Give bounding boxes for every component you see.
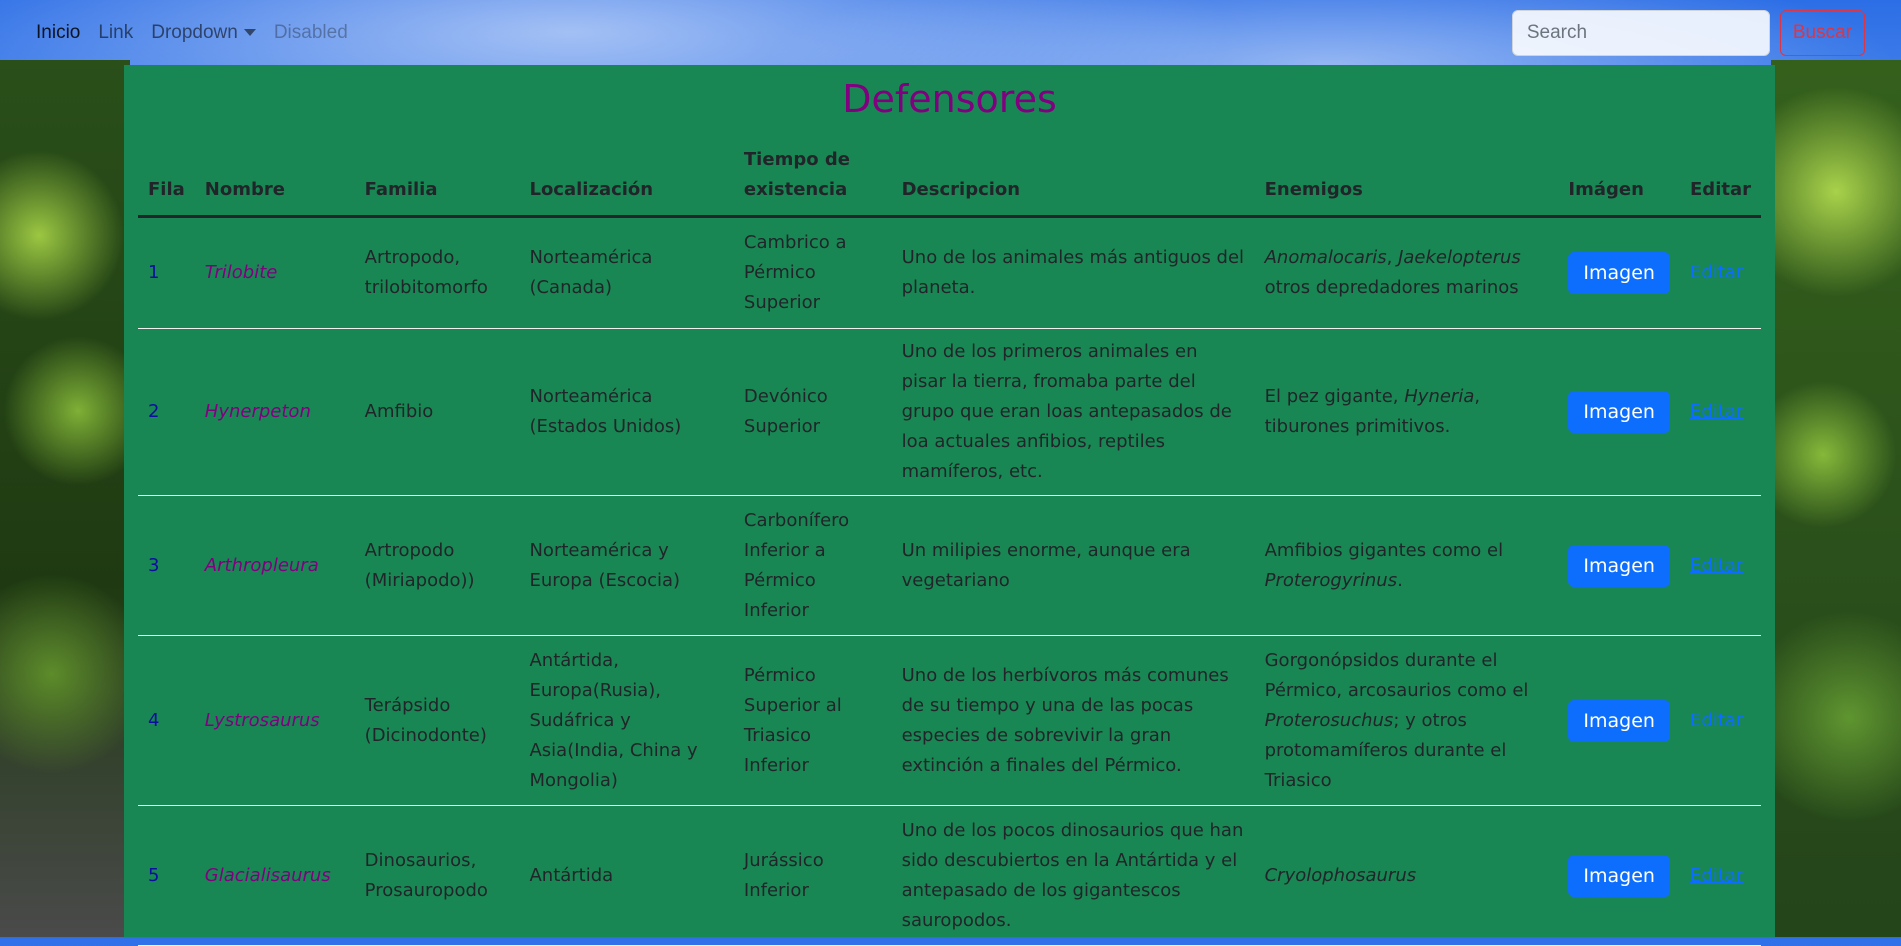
imagen-button[interactable]: Imagen <box>1568 252 1670 294</box>
main-content: Defensores Fila Nombre Familia Localizac… <box>124 65 1775 946</box>
cell-descripcion: Uno de los primeros animales en pisar la… <box>891 328 1255 496</box>
cell-enemigos: Gorgonópsidos durante el Pérmico, arcosa… <box>1254 635 1559 806</box>
nav-link[interactable]: Link <box>98 22 133 44</box>
cell-nombre: Glacialisaurus <box>194 805 355 946</box>
cell-localizacion: Norteamérica (Estados Unidos) <box>519 328 734 496</box>
cell-editar: Editar <box>1680 216 1761 329</box>
table-row: 5 Glacialisaurus Dinosaurios, Prosauropo… <box>138 805 1761 946</box>
header-imagen: Imágen <box>1558 135 1681 218</box>
cell-fila: 4 <box>138 635 195 806</box>
table-row: 1 Trilobite Artropodo, trilobitomorfo No… <box>138 216 1761 329</box>
cell-nombre: Hynerpeton <box>194 328 355 496</box>
cell-imagen: Imagen <box>1558 495 1681 636</box>
cell-nombre: Arthropleura <box>194 495 355 636</box>
cell-imagen: Imagen <box>1558 635 1681 806</box>
imagen-button[interactable]: Imagen <box>1568 391 1670 433</box>
cell-familia: Artropodo, trilobitomorfo <box>354 216 520 329</box>
header-tiempo: Tiempo de existencia <box>733 135 892 218</box>
table-row: 3 Arthropleura Artropodo (Miriapodo)) No… <box>138 495 1761 636</box>
header-fila: Fila <box>138 135 195 218</box>
header-editar: Editar <box>1680 135 1761 218</box>
cell-familia: Artropodo (Miriapodo)) <box>354 495 520 636</box>
cell-editar: Editar <box>1680 495 1761 636</box>
cell-imagen: Imagen <box>1558 328 1681 496</box>
cell-enemigos: Amfibios gigantes como el Proterogyrinus… <box>1254 495 1559 636</box>
cell-tiempo: Devónico Superior <box>733 328 892 496</box>
cell-tiempo: Pérmico Superior al Triasico Inferior <box>733 635 892 806</box>
cell-localizacion: Antártida, Europa(Rusia), Sudáfrica y As… <box>519 635 734 806</box>
editar-link[interactable]: Editar <box>1690 865 1743 886</box>
cell-descripcion: Un milipies enorme, aunque era vegetaria… <box>891 495 1255 636</box>
nav-dropdown[interactable]: Dropdown <box>151 22 256 44</box>
cell-familia: Terápsido (Dicinodonte) <box>354 635 520 806</box>
header-familia: Familia <box>354 135 520 218</box>
imagen-button[interactable]: Imagen <box>1568 854 1670 897</box>
background-trees-left <box>0 60 130 937</box>
imagen-button[interactable]: Imagen <box>1568 544 1670 587</box>
defensores-table: Fila Nombre Familia Localización Tiempo … <box>138 135 1761 946</box>
cell-familia: Dinosaurios, Prosauropodo <box>354 805 520 946</box>
cell-enemigos: El pez gigante, Hyneria, tiburones primi… <box>1254 328 1559 496</box>
cell-fila: 5 <box>138 805 195 946</box>
cell-editar: Editar <box>1680 635 1761 806</box>
cell-localizacion: Norteamérica y Europa (Escocia) <box>519 495 734 636</box>
cell-fila: 3 <box>138 495 195 636</box>
editar-link[interactable]: Editar <box>1690 710 1743 731</box>
caret-down-icon <box>243 29 256 36</box>
cell-enemigos: Anomalocaris, Jaekelopterus otros depred… <box>1254 216 1559 329</box>
table-row: 2 Hynerpeton Amfibio Norteamérica (Estad… <box>138 328 1761 496</box>
cell-editar: Editar <box>1680 328 1761 496</box>
search-button[interactable]: Buscar <box>1779 9 1865 56</box>
nav-inicio[interactable]: Inicio <box>36 22 80 44</box>
page-title: Defensores <box>842 77 1057 121</box>
table-header-row: Fila Nombre Familia Localización Tiempo … <box>138 135 1761 218</box>
imagen-button[interactable]: Imagen <box>1568 699 1670 742</box>
cell-imagen: Imagen <box>1558 216 1681 329</box>
cell-descripcion: Uno de los animales más antiguos del pla… <box>891 216 1255 329</box>
cell-nombre: Lystrosaurus <box>194 635 355 806</box>
nav-dropdown-label: Dropdown <box>151 21 238 43</box>
nav-disabled: Disabled <box>273 21 348 43</box>
cell-familia: Amfibio <box>354 328 520 496</box>
cell-descripcion: Uno de los herbívoros más comunes de su … <box>891 635 1255 806</box>
header-nombre: Nombre <box>194 135 355 218</box>
cell-localizacion: Antártida <box>519 805 734 946</box>
header-descripcion: Descripcion <box>891 135 1255 218</box>
cell-fila: 1 <box>138 216 195 329</box>
editar-link[interactable]: Editar <box>1690 262 1743 283</box>
background-trees-right <box>1771 60 1901 937</box>
header-enemigos: Enemigos <box>1254 135 1559 218</box>
search-input[interactable] <box>1511 9 1770 56</box>
editar-link[interactable]: Editar <box>1690 401 1743 422</box>
header-localizacion: Localización <box>519 135 734 218</box>
cell-localizacion: Norteamérica (Canada) <box>519 216 734 329</box>
cell-tiempo: Cambrico a Pérmico Superior <box>733 216 892 329</box>
cell-enemigos: Cryolophosaurus <box>1254 805 1559 946</box>
cell-fila: 2 <box>138 328 195 496</box>
cell-tiempo: Jurássico Inferior <box>733 805 892 946</box>
cell-tiempo: Carbonífero Inferior a Pérmico Inferior <box>733 495 892 636</box>
editar-link[interactable]: Editar <box>1690 555 1743 576</box>
cell-imagen: Imagen <box>1558 805 1681 946</box>
navbar: Inicio Link Dropdown Disabled Buscar <box>0 0 1901 65</box>
cell-descripcion: Uno de los pocos dinosaurios que han sid… <box>891 805 1255 946</box>
cell-nombre: Trilobite <box>194 216 355 329</box>
table-row: 4 Lystrosaurus Terápsido (Dicinodonte) A… <box>138 635 1761 806</box>
cell-editar: Editar <box>1680 805 1761 946</box>
